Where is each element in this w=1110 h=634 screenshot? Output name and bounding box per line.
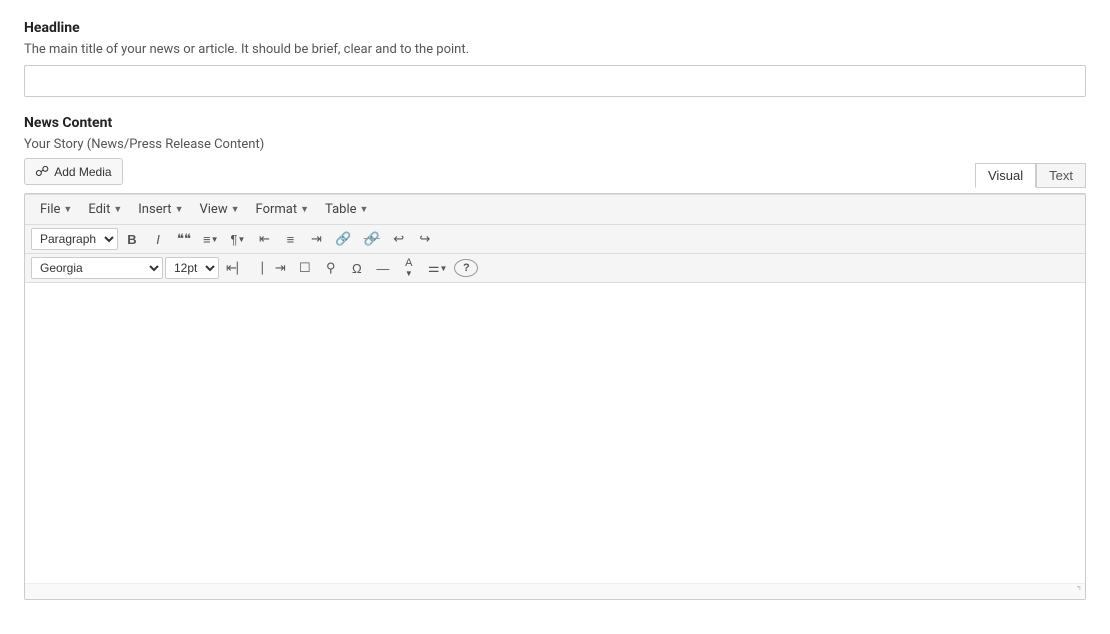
editor-content-area[interactable]: [25, 283, 1085, 583]
media-button[interactable]: ☐: [293, 257, 317, 279]
unordered-list-button[interactable]: ≡ ▼: [198, 228, 224, 250]
resize-icon: ⌝: [1076, 586, 1081, 597]
font-color-arrow: ▼: [405, 270, 413, 278]
headline-label: Headline: [24, 20, 1086, 36]
add-media-label: Add Media: [54, 165, 111, 179]
menu-insert-label: Insert: [138, 202, 171, 217]
menu-format-arrow: ▼: [300, 204, 309, 215]
menu-edit-arrow: ▼: [113, 204, 122, 215]
editor-menubar: File ▼ Edit ▼ Insert ▼ View ▼ Format ▼ T…: [25, 194, 1085, 225]
editor-resize-handle: ⌝: [25, 583, 1085, 599]
text-tab-button[interactable]: Text: [1036, 163, 1086, 188]
font-family-select[interactable]: Georgia Arial Times New Roman: [31, 257, 163, 279]
menu-file-label: File: [40, 202, 60, 217]
hr-button[interactable]: ―: [371, 257, 395, 279]
menu-edit-label: Edit: [88, 202, 110, 217]
outdent-button[interactable]: ⇤⎸: [221, 257, 255, 279]
align-center-button[interactable]: ≡: [278, 228, 302, 250]
headline-section: Headline The main title of your news or …: [24, 20, 1086, 115]
news-content-section: News Content Your Story (News/Press Rele…: [24, 115, 1086, 600]
menu-table[interactable]: Table ▼: [318, 199, 375, 220]
menu-insert-arrow: ▼: [175, 204, 184, 215]
news-content-label: News Content: [24, 115, 1086, 131]
remove-link-button[interactable]: 🔗: [359, 228, 385, 250]
help-button[interactable]: ?: [454, 259, 478, 277]
table-insert-button[interactable]: ⚌ ▼: [423, 257, 453, 279]
menu-file-arrow: ▼: [63, 204, 72, 215]
headline-description: The main title of your news or article. …: [24, 42, 1086, 57]
toolbar-row-2: Georgia Arial Times New Roman 12pt 10pt …: [25, 254, 1085, 283]
font-color-button[interactable]: A ▼: [397, 257, 421, 279]
align-left-button[interactable]: ⇤: [252, 228, 276, 250]
menu-insert[interactable]: Insert ▼: [131, 199, 190, 220]
font-color-label: A: [405, 258, 412, 269]
visual-text-tabs: Visual Text: [975, 163, 1086, 188]
align-right-button[interactable]: ⇥: [304, 228, 328, 250]
italic-button[interactable]: I: [146, 228, 170, 250]
add-media-icon: ☍: [35, 163, 49, 180]
special-char-button[interactable]: Ω: [345, 257, 369, 279]
bold-button[interactable]: B: [120, 228, 144, 250]
menu-table-label: Table: [325, 202, 356, 217]
menu-format[interactable]: Format ▼: [249, 199, 317, 220]
anchor-button[interactable]: ⚲: [319, 257, 343, 279]
blockquote-button[interactable]: ❝❝: [172, 228, 196, 250]
story-label: Your Story (News/Press Release Content): [24, 137, 1086, 152]
redo-button[interactable]: ↪: [413, 228, 437, 250]
menu-view-arrow: ▼: [231, 204, 240, 215]
ordered-list-button[interactable]: ¶ ▼: [226, 228, 251, 250]
add-media-button[interactable]: ☍ Add Media: [24, 158, 123, 185]
menu-table-arrow: ▼: [360, 204, 369, 215]
insert-link-button[interactable]: 🔗: [330, 228, 356, 250]
menu-format-label: Format: [256, 202, 298, 217]
menu-edit[interactable]: Edit ▼: [81, 199, 129, 220]
indent-button[interactable]: ⎸⇥: [257, 257, 291, 279]
paragraph-select[interactable]: Paragraph Heading 1 Heading 2 Heading 3 …: [31, 228, 118, 250]
toolbar-row-1: Paragraph Heading 1 Heading 2 Heading 3 …: [25, 225, 1085, 254]
undo-button[interactable]: ↩: [387, 228, 411, 250]
menu-file[interactable]: File ▼: [33, 199, 79, 220]
editor-wrapper: File ▼ Edit ▼ Insert ▼ View ▼ Format ▼ T…: [24, 193, 1086, 600]
menu-view-label: View: [199, 202, 227, 217]
headline-input[interactable]: [24, 65, 1086, 97]
menu-view[interactable]: View ▼: [192, 199, 246, 220]
visual-tab-button[interactable]: Visual: [975, 163, 1036, 188]
font-size-select[interactable]: 12pt 10pt 11pt 14pt 18pt 24pt: [165, 257, 219, 279]
